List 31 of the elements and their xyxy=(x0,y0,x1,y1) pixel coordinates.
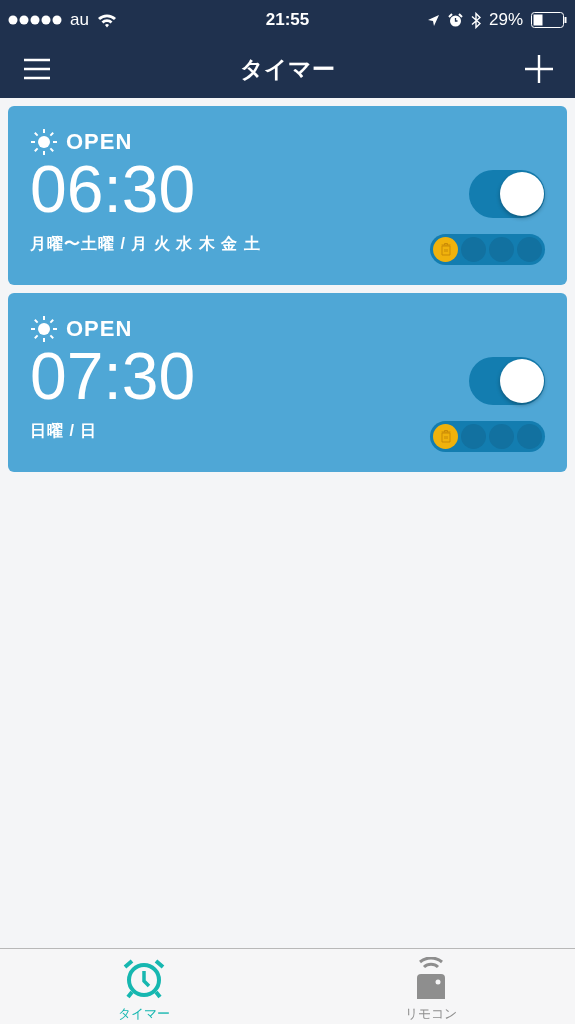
clock: 21:55 xyxy=(265,10,310,30)
device-dot[interactable] xyxy=(433,237,458,262)
timer-time: 07:30 xyxy=(30,343,196,409)
repeat-days: 月曜〜土曜 / 月 火 水 木 金 土 xyxy=(30,234,261,255)
alarm-icon xyxy=(448,12,463,28)
battery-icon xyxy=(531,12,567,28)
toggle-switch[interactable] xyxy=(469,357,545,405)
bluetooth-icon xyxy=(471,11,481,29)
add-icon[interactable] xyxy=(525,55,553,83)
location-icon xyxy=(427,13,440,27)
menu-icon[interactable] xyxy=(24,58,50,80)
signal-icon xyxy=(8,15,62,25)
action-label: OPEN xyxy=(66,129,133,155)
sun-icon xyxy=(30,128,58,156)
device-dot[interactable] xyxy=(517,237,542,262)
device-dot[interactable] xyxy=(517,424,542,449)
wifi-icon xyxy=(96,12,117,28)
screen-title: タイマー xyxy=(240,54,335,84)
action-label: OPEN xyxy=(66,316,133,342)
trash-icon xyxy=(440,430,451,443)
alarm-clock-icon xyxy=(121,957,166,1001)
trash-icon xyxy=(440,243,451,256)
battery-percent: 29% xyxy=(489,10,523,30)
toggle-switch[interactable] xyxy=(469,170,545,218)
tab[interactable]: リモコン xyxy=(287,949,575,1024)
tab[interactable]: タイマー xyxy=(0,949,288,1024)
carrier: au xyxy=(70,10,89,30)
timer-time: 06:30 xyxy=(30,156,197,222)
device-dot[interactable] xyxy=(433,424,458,449)
sun-icon xyxy=(30,315,58,343)
repeat-days: 日曜 / 日 xyxy=(30,421,196,442)
